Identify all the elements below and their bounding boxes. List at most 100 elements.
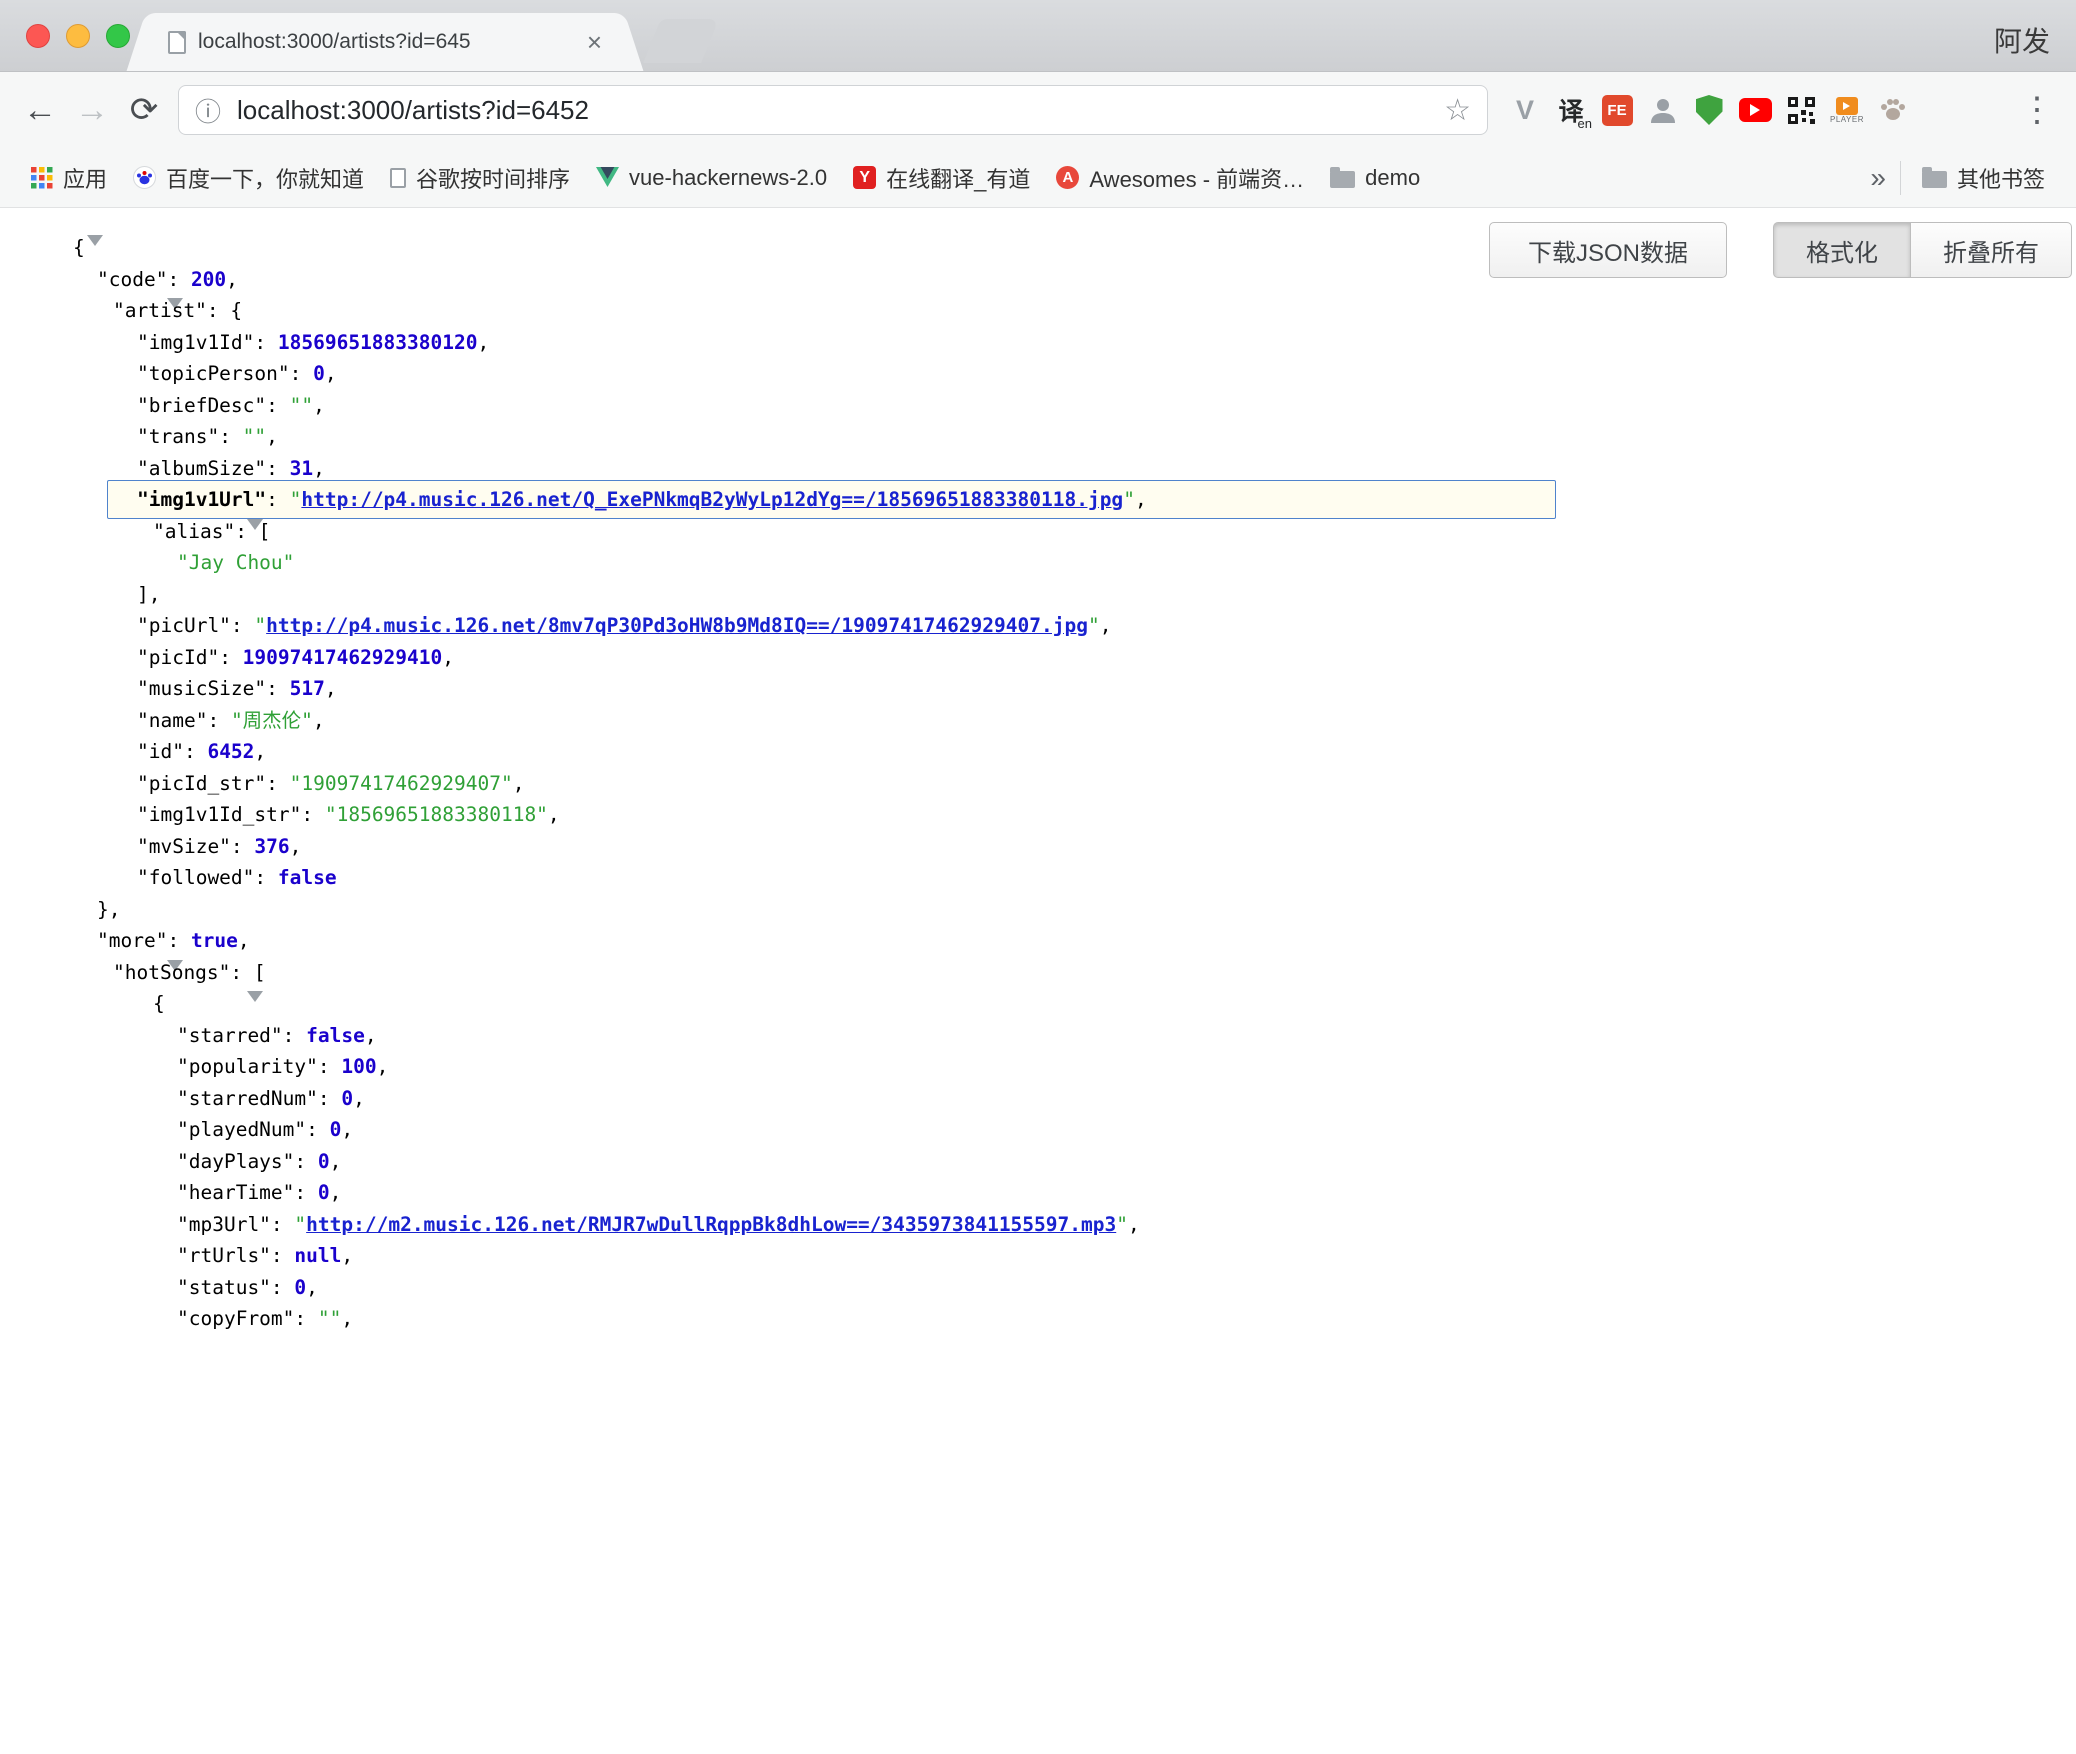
json-line: "more": true, — [0, 925, 2076, 957]
json-token-key: "more" — [97, 929, 167, 952]
json-token-key: "alias" — [153, 520, 235, 543]
json-token-pun: : [ — [230, 961, 265, 984]
json-token-pun: : — [290, 362, 313, 385]
new-tab-button[interactable] — [643, 19, 719, 63]
collapse-all-button[interactable]: 折叠所有 — [1911, 222, 2072, 278]
fullscreen-window-button[interactable] — [106, 24, 130, 48]
json-token-key: "playedNum" — [177, 1118, 306, 1141]
gray-v-extension-icon[interactable]: V — [1502, 87, 1548, 133]
json-url-link[interactable]: http://p4.music.126.net/Q_ExePNkmqB2yWyL… — [301, 488, 1123, 511]
back-icon[interactable]: ← — [14, 91, 66, 130]
bookmark-apps[interactable]: 应用 — [18, 162, 120, 194]
json-token-pun: , — [341, 1244, 353, 1267]
json-line: "popularity": 100, — [0, 1051, 2076, 1083]
json-token-key: "topicPerson" — [137, 362, 290, 385]
bookmark-baidu[interactable]: 百度一下，你就知道 — [120, 162, 377, 194]
json-line: "starred": false, — [0, 1020, 2076, 1052]
json-token-pun: , — [226, 268, 238, 291]
json-token-str: "19097417462929407" — [290, 772, 513, 795]
json-token-pun: : — [254, 866, 277, 889]
bookmark-youdao-translate[interactable]: Y 在线翻译_有道 — [840, 162, 1043, 194]
json-token-num: 31 — [290, 457, 313, 480]
format-button[interactable]: 格式化 — [1773, 222, 1911, 278]
json-url-link[interactable]: http://p4.music.126.net/8mv7qP30Pd3oHW8b… — [266, 614, 1088, 637]
json-token-str: "Jay Chou" — [177, 551, 294, 574]
json-toolbar: 下载JSON数据 格式化 折叠所有 — [1489, 222, 2072, 278]
json-token-str: "18569651883380118" — [325, 803, 548, 826]
json-token-pun: { — [73, 236, 85, 259]
bookmark-star-icon[interactable]: ☆ — [1444, 93, 1471, 128]
json-token-key: "followed" — [137, 866, 254, 889]
json-token-pun: : — [283, 1024, 306, 1047]
json-token-key: "trans" — [137, 425, 219, 448]
bookmarks-overflow-icon[interactable]: » — [1864, 162, 1892, 194]
json-token-pun: : — [231, 835, 254, 858]
json-line: "mp3Url": "http://m2.music.126.net/RMJR7… — [0, 1209, 2076, 1241]
json-url-link[interactable]: http://m2.music.126.net/RMJR7wDullRqppBk… — [306, 1213, 1116, 1236]
download-json-button[interactable]: 下载JSON数据 — [1489, 222, 1727, 278]
json-line: "playedNum": 0, — [0, 1114, 2076, 1146]
fehelper-extension-icon[interactable]: FE — [1594, 87, 1640, 133]
translate-extension-icon[interactable]: 译 en — [1548, 87, 1594, 133]
url-text[interactable]: localhost:3000/artists?id=6452 — [237, 95, 1444, 126]
tab-strip: localhost:3000/artists?id=645 × 阿发 — [0, 0, 2076, 72]
json-token-num: 18569651883380120 — [278, 331, 478, 354]
browser-menu-icon[interactable]: ⋮ — [2012, 90, 2062, 130]
tab-close-icon[interactable]: × — [587, 27, 602, 58]
json-token-key: "albumSize" — [137, 457, 266, 480]
close-window-button[interactable] — [26, 24, 50, 48]
json-line: ], — [0, 579, 2076, 611]
json-token-pun: : — [254, 331, 277, 354]
json-line: "briefDesc": "", — [0, 390, 2076, 422]
json-token-key: "hotSongs" — [113, 961, 230, 984]
json-token-key: "dayPlays" — [177, 1150, 294, 1173]
browser-tab[interactable]: localhost:3000/artists?id=645 × — [150, 13, 620, 71]
paw-extension-icon[interactable] — [1870, 87, 1916, 133]
bookmark-vue-hackernews[interactable]: vue-hackernews-2.0 — [583, 165, 840, 191]
json-token-pun: : — [167, 268, 190, 291]
json-token-pun: ], — [137, 583, 160, 606]
json-token-str: "周杰伦" — [231, 709, 313, 732]
json-line: "Jay Chou" — [0, 547, 2076, 579]
qrcode-extension-icon[interactable] — [1778, 87, 1824, 133]
json-token-pun: , — [306, 1276, 318, 1299]
browser-profile-name[interactable]: 阿发 — [1994, 20, 2050, 60]
page-info-icon[interactable]: ⓘ — [195, 92, 221, 129]
json-token-pun: , — [341, 1118, 353, 1141]
json-token-pun: : — [318, 1087, 341, 1110]
bookmark-demo-folder[interactable]: demo — [1317, 165, 1433, 191]
json-token-pun: , — [442, 646, 454, 669]
player-extension-icon[interactable]: PLAYER — [1824, 87, 1870, 133]
json-token-pun: : — [266, 457, 289, 480]
json-token-pun: : — [271, 1276, 294, 1299]
json-token-pun: , — [1135, 488, 1147, 511]
json-token-key: "hearTime" — [177, 1181, 294, 1204]
qr-glyph — [1788, 97, 1815, 124]
json-token-num: 100 — [341, 1055, 376, 1078]
youtube-extension-icon[interactable] — [1732, 87, 1778, 133]
json-line: "picUrl": "http://p4.music.126.net/8mv7q… — [0, 610, 2076, 642]
json-token-pun: , — [365, 1024, 377, 1047]
other-bookmarks-folder[interactable]: 其他书签 — [1909, 162, 2058, 194]
json-token-pun: : — [207, 709, 230, 732]
forward-icon: → — [66, 91, 118, 130]
bookmark-google-sort[interactable]: 谷歌按时间排序 — [377, 162, 583, 194]
minimize-window-button[interactable] — [66, 24, 90, 48]
profile-extension-icon[interactable] — [1640, 87, 1686, 133]
json-token-num: 0 — [294, 1276, 306, 1299]
json-token-pun: , — [313, 709, 325, 732]
json-token-bool: false — [306, 1024, 365, 1047]
reload-icon[interactable]: ⟳ — [118, 90, 170, 130]
json-line: "img1v1Id": 18569651883380120, — [0, 327, 2076, 359]
address-bar[interactable]: ⓘ localhost:3000/artists?id=6452 ☆ — [178, 85, 1488, 135]
json-token-pun: , — [548, 803, 560, 826]
bookmark-awesomes[interactable]: A Awesomes - 前端资… — [1043, 162, 1317, 194]
tab-title: localhost:3000/artists?id=645 — [198, 30, 577, 54]
shield-extension-icon[interactable] — [1686, 87, 1732, 133]
json-token-key: "img1v1Id" — [137, 331, 254, 354]
json-token-pun: , — [353, 1087, 365, 1110]
json-token-str: " — [1123, 488, 1135, 511]
json-token-key: "starred" — [177, 1024, 283, 1047]
json-token-num: 517 — [290, 677, 325, 700]
json-token-key: "picId" — [137, 646, 219, 669]
